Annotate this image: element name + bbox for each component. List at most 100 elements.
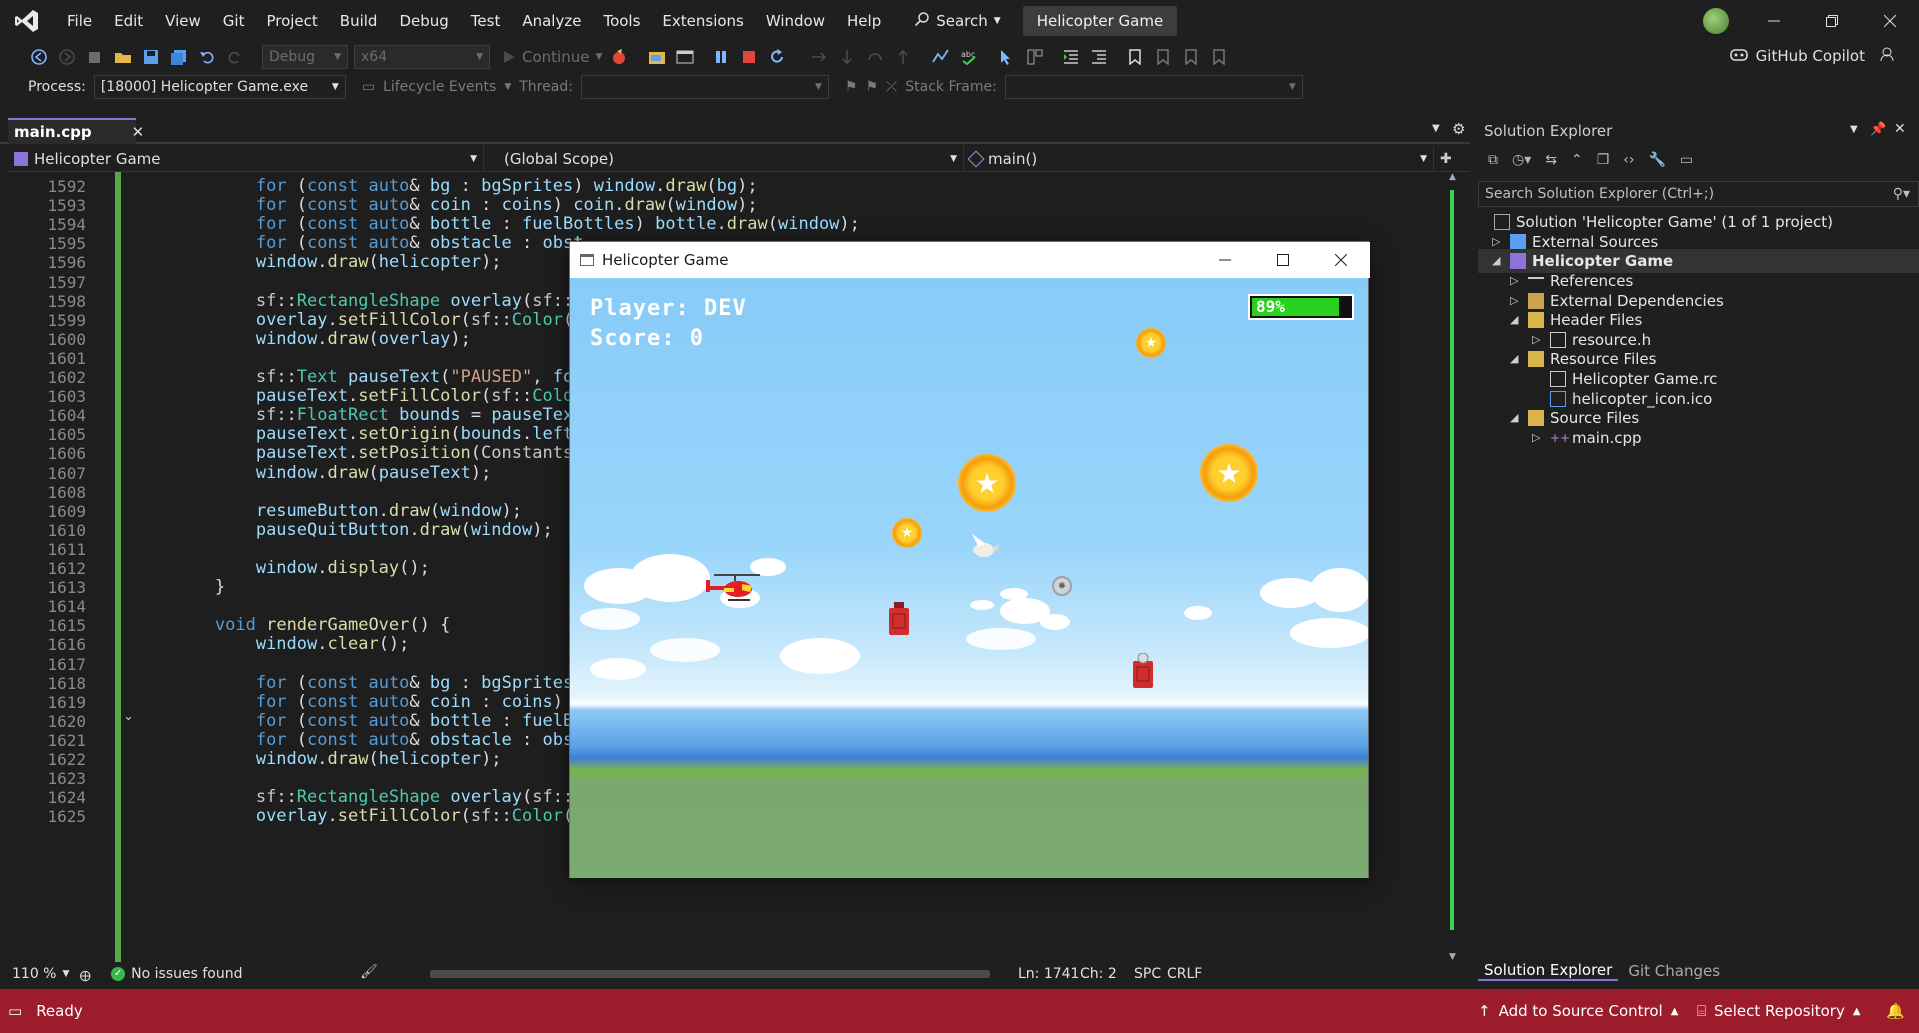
panel-options-icon[interactable]: ▼ — [1850, 124, 1858, 135]
game-window[interactable]: Helicopter Game Player: DEV Score: 0 89%… — [569, 241, 1370, 878]
menu-git[interactable]: Git — [212, 0, 256, 42]
collapse-icon[interactable]: ◢ — [1510, 308, 1522, 332]
code-line[interactable]: void renderGameOver() { — [133, 616, 450, 635]
issues-indicator[interactable]: ✓ No issues found — [111, 966, 243, 982]
project-dropdown[interactable]: Helicopter Game ▼ — [8, 146, 484, 172]
editor-vertical-scrollbar[interactable]: ▲ ▼ — [1445, 172, 1467, 962]
indent-icon[interactable] — [1088, 46, 1110, 68]
code-line[interactable]: } — [133, 577, 225, 597]
redo-icon[interactable] — [224, 46, 246, 68]
properties-icon[interactable]: 🔧 — [1648, 152, 1665, 168]
code-line[interactable]: sf::RectangleShape overlay(sf::V — [133, 291, 584, 311]
stack-frame-dropdown[interactable]: ▼ — [1004, 75, 1303, 99]
close-icon[interactable]: ✕ — [132, 123, 145, 141]
spellcheck-icon[interactable]: abc — [958, 46, 980, 68]
code-line[interactable]: window.draw(helicopter); — [133, 253, 502, 272]
diagnostics-icon[interactable] — [930, 46, 952, 68]
prev-bookmark-icon[interactable] — [1152, 46, 1174, 68]
next-bookmark-icon[interactable] — [1180, 46, 1202, 68]
close-icon[interactable] — [1312, 242, 1370, 278]
flag-icon[interactable]: ⚑ — [845, 79, 858, 95]
code-line[interactable]: for (const auto& coin : coins) c — [133, 692, 584, 712]
thread-dropdown[interactable]: ▼ — [580, 75, 829, 99]
add-to-source-control-button[interactable]: ↑ Add to Source Control ▲ — [1478, 1002, 1678, 1020]
switch-views-icon[interactable]: ⧉ — [1488, 152, 1498, 168]
notifications-bell-icon[interactable]: 🔔 — [1886, 1002, 1905, 1020]
expand-icon[interactable]: ▷ — [1532, 426, 1544, 450]
tab-main-cpp[interactable]: main.cpp ✕ — [8, 118, 144, 144]
game-window-titlebar[interactable]: Helicopter Game — [570, 242, 1370, 278]
code-line[interactable]: window.draw(helicopter); — [133, 749, 502, 769]
collapse-chevron-icon[interactable]: ⌄ — [123, 709, 134, 724]
cursor-icon[interactable] — [996, 46, 1018, 68]
search-button[interactable]: Search ▼ — [906, 7, 1008, 35]
tab-overflow-icon[interactable]: ▼ — [1432, 123, 1440, 134]
menu-tools[interactable]: Tools — [592, 0, 651, 42]
preview-icon[interactable]: ▭ — [1680, 152, 1693, 168]
save-icon[interactable] — [140, 46, 162, 68]
code-line[interactable]: for (const auto& obstacle : obst — [133, 730, 584, 750]
flag-threads-icon[interactable]: ⚑ — [865, 79, 878, 95]
menu-edit[interactable]: Edit — [103, 0, 154, 42]
game-canvas[interactable]: Player: DEV Score: 0 89% ★ ★ ★ ★ ✹ — [570, 278, 1368, 878]
intellicode-icon[interactable]: 🜨 — [79, 960, 91, 989]
code-line[interactable]: for (const auto& bg : bgSprites) window.… — [133, 176, 758, 196]
column-indicator[interactable]: Ch: 2 — [1080, 962, 1117, 986]
show-all-files-icon[interactable]: ❐ — [1597, 152, 1610, 168]
collapse-icon[interactable]: ◢ — [1492, 249, 1504, 273]
open-folder-icon[interactable] — [112, 46, 134, 68]
code-line[interactable]: resumeButton.draw(window); — [133, 501, 522, 521]
step-out-icon[interactable] — [892, 46, 914, 68]
menu-extensions[interactable]: Extensions — [651, 0, 754, 42]
browse-icon[interactable] — [646, 46, 668, 68]
toggle-icon[interactable]: ⤫ — [886, 79, 897, 95]
code-line[interactable]: sf::FloatRect bounds = pauseText — [133, 406, 584, 425]
undo-icon[interactable] — [196, 46, 218, 68]
hot-reload-icon[interactable] — [608, 46, 630, 68]
menu-window[interactable]: Window — [755, 0, 836, 42]
code-view-icon[interactable]: ‹› — [1623, 152, 1634, 168]
clear-bookmarks-icon[interactable] — [1208, 46, 1230, 68]
configuration-dropdown[interactable]: Debug ▼ — [262, 45, 348, 69]
feedback-icon[interactable] — [1879, 46, 1895, 66]
minimize-icon[interactable] — [1745, 0, 1803, 42]
code-line[interactable]: sf::Text pauseText("PAUSED", fon — [133, 367, 584, 387]
pause-icon[interactable] — [710, 46, 732, 68]
menu-file[interactable]: File — [56, 0, 103, 42]
code-line[interactable]: for (const auto& bottle : fuelBottles) b… — [133, 215, 860, 234]
tree-main-cpp[interactable]: ▷ ++ main.cpp — [1532, 426, 1642, 450]
visual-studio-logo-icon[interactable] — [12, 6, 42, 36]
step-back-icon[interactable] — [864, 46, 886, 68]
horizontal-scrollbar[interactable] — [430, 970, 990, 978]
format-icon[interactable] — [1024, 46, 1046, 68]
new-item-icon[interactable] — [84, 46, 106, 68]
code-line[interactable]: for (const auto& bg : bgSprites) — [133, 673, 584, 693]
solution-name-badge[interactable]: Helicopter Game — [1022, 6, 1178, 36]
sync-icon[interactable]: ⇆ — [1545, 152, 1557, 168]
step-into-icon[interactable] — [836, 46, 858, 68]
code-line[interactable]: pauseText.setFillColor(sf::Color — [133, 386, 584, 406]
bookmark-icon[interactable] — [1124, 46, 1146, 68]
close-icon[interactable]: ✕ — [1894, 121, 1906, 137]
code-line[interactable]: overlay.setFillColor(sf::Color(0 — [133, 310, 584, 330]
tab-git-changes[interactable]: Git Changes — [1628, 962, 1720, 980]
code-line[interactable]: pauseText.setPosition(Constants: — [133, 444, 584, 463]
continue-button[interactable]: Continue ▼ — [502, 48, 602, 66]
function-dropdown[interactable]: main() ▼ — [964, 146, 1434, 172]
split-icon[interactable]: ✚ — [1440, 146, 1452, 171]
code-line[interactable]: for (const auto& bottle : fuelBo — [133, 711, 584, 731]
scope-dropdown[interactable]: (Global Scope) ▼ — [484, 146, 964, 172]
maximize-icon[interactable] — [1254, 242, 1312, 278]
menu-debug[interactable]: Debug — [388, 0, 459, 42]
scroll-down-icon[interactable]: ▼ — [1449, 952, 1456, 962]
whitespace-indicator[interactable]: SPC — [1134, 962, 1161, 986]
code-line[interactable]: window.draw(pauseText); — [133, 463, 491, 483]
collapse-all-icon[interactable]: ⌃ — [1571, 152, 1583, 168]
code-line[interactable]: window.display(); — [133, 558, 430, 578]
history-icon[interactable]: ◷▾ — [1512, 152, 1531, 168]
minimize-icon[interactable] — [1196, 242, 1254, 278]
outdent-icon[interactable] — [1060, 46, 1082, 68]
back-icon[interactable] — [28, 46, 50, 68]
menu-view[interactable]: View — [154, 0, 212, 42]
restart-icon[interactable] — [766, 46, 788, 68]
